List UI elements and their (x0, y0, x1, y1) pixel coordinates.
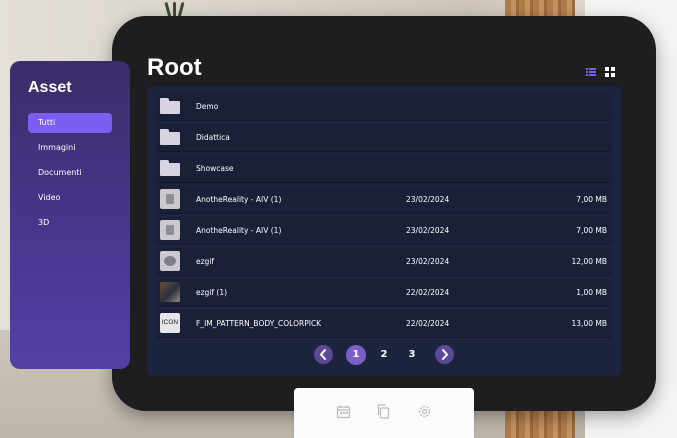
list-view-icon[interactable] (586, 62, 596, 76)
sidebar-item-immagini[interactable]: Immagini (28, 138, 112, 158)
sidebar-item-documenti[interactable]: Documenti (28, 163, 112, 183)
file-row[interactable]: Demo (156, 93, 612, 120)
file-size: 12,00 MB (571, 257, 607, 266)
file-size: 1,00 MB (576, 288, 607, 297)
page-button-3[interactable]: 3 (402, 345, 422, 365)
prev-page-button[interactable] (314, 345, 333, 364)
file-date: 23/02/2024 (406, 257, 450, 266)
calendar-icon[interactable] (336, 404, 351, 419)
file-name: ezgif (1) (196, 288, 228, 297)
file-row[interactable]: Showcase (156, 155, 612, 182)
file-name: Showcase (196, 164, 234, 173)
chevron-left-icon (319, 349, 326, 360)
grid-view-icon[interactable] (605, 62, 615, 77)
sidebar-item-3d[interactable]: 3D (28, 213, 112, 233)
settings-icon[interactable] (417, 404, 432, 419)
next-page-button[interactable] (435, 345, 454, 364)
file-name: AnotheReality - AIV (1) (196, 226, 282, 235)
file-row[interactable]: ICON F_IM_PATTERN_BODY_COLORPICK 22/02/2… (156, 310, 612, 337)
file-row[interactable]: AnotheReality - AIV (1) 23/02/2024 7,00 … (156, 217, 612, 244)
sidebar-item-tutti[interactable]: Tutti (28, 113, 112, 133)
page-button-2[interactable]: 2 (374, 345, 394, 365)
file-date: 22/02/2024 (406, 288, 450, 297)
file-date: 23/02/2024 (406, 226, 450, 235)
file-row[interactable]: ezgif 23/02/2024 12,00 MB (156, 248, 612, 275)
folder-icon (160, 158, 180, 178)
file-name: AnotheReality - AIV (1) (196, 195, 282, 204)
file-row[interactable]: Didattica (156, 124, 612, 151)
page-button-1[interactable]: 1 (346, 345, 366, 365)
file-date: 22/02/2024 (406, 319, 450, 328)
view-toggle (586, 62, 615, 77)
file-name: F_IM_PATTERN_BODY_COLORPICK (196, 319, 322, 328)
file-row[interactable]: AnotheReality - AIV (1) 23/02/2024 7,00 … (156, 186, 612, 213)
folder-icon (160, 96, 180, 116)
gif-thumbnail-icon (160, 251, 180, 271)
icon-thumbnail: ICON (160, 313, 180, 333)
file-size: 13,00 MB (571, 319, 607, 328)
file-thumbnail-icon (160, 220, 180, 240)
sidebar-item-video[interactable]: Video (28, 188, 112, 208)
file-name: ezgif (196, 257, 215, 266)
file-name: Didattica (196, 133, 230, 142)
image-thumbnail (160, 282, 180, 302)
chevron-right-icon (442, 349, 449, 360)
folder-icon (160, 127, 180, 147)
page-title: Root (147, 54, 202, 81)
file-thumbnail-icon (160, 189, 180, 209)
file-size: 7,00 MB (576, 195, 607, 204)
file-name: Demo (196, 102, 219, 111)
sidebar-title: Asset (28, 79, 72, 96)
copy-icon[interactable] (376, 404, 391, 419)
file-row[interactable]: ezgif (1) 22/02/2024 1,00 MB (156, 279, 612, 306)
file-date: 23/02/2024 (406, 195, 450, 204)
file-size: 7,00 MB (576, 226, 607, 235)
